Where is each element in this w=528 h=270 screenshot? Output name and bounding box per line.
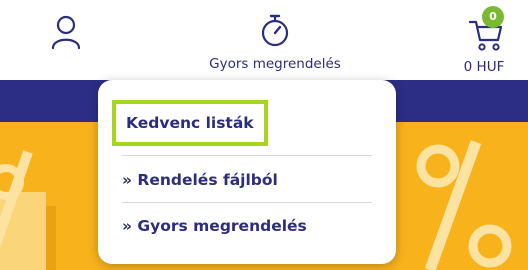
quick-order-dropdown: Kedvenc listák » Rendelés fájlból » Gyor… <box>98 80 396 264</box>
quick-order-button[interactable]: Gyors megrendelés <box>200 14 350 76</box>
menu-divider <box>122 202 372 203</box>
cart-button[interactable]: 0 0 HUF <box>452 4 522 76</box>
menu-item-quick-order[interactable]: » Gyors megrendelés <box>122 217 307 235</box>
menu-item-favourite-lists[interactable]: Kedvenc listák <box>112 100 268 146</box>
quick-order-label: Gyors megrendelés <box>209 56 341 72</box>
cart-count-badge: 0 <box>482 6 504 28</box>
site-header: Gyors megrendelés 0 0 HUF <box>0 0 528 80</box>
stopwatch-icon <box>261 14 289 47</box>
account-button[interactable] <box>46 12 86 54</box>
menu-divider <box>122 155 372 156</box>
cart-total: 0 HUF <box>463 59 505 75</box>
menu-item-order-from-file[interactable]: » Rendelés fájlból <box>122 171 278 189</box>
user-icon <box>51 15 81 50</box>
